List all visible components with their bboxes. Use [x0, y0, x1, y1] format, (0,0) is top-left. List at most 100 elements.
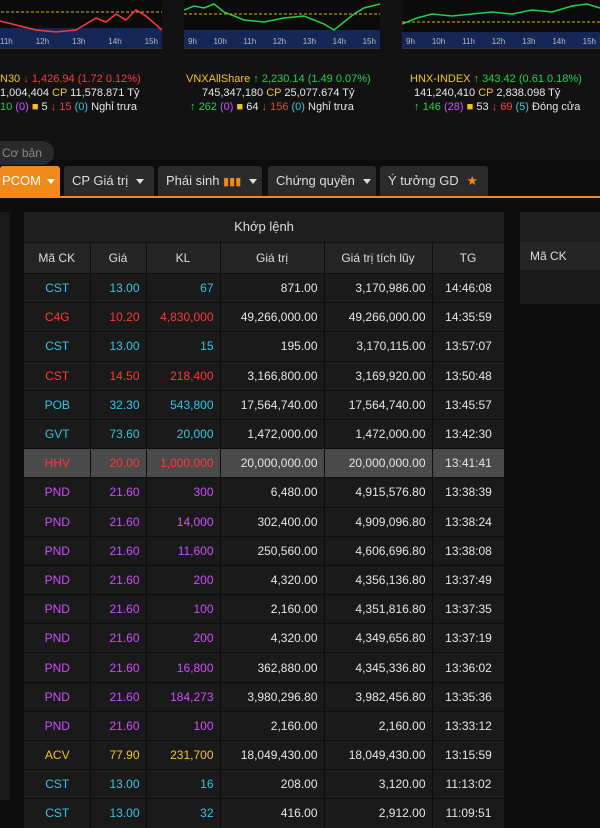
stock-code[interactable]: CST [24, 272, 91, 303]
stock-code[interactable]: C4G [24, 302, 91, 332]
square-icon: ■ [31, 101, 39, 113]
ref-count: 5 [41, 101, 48, 113]
qty-cell: 100 [146, 710, 221, 741]
qty-cell: 67 [146, 272, 221, 303]
table-row[interactable]: PND 21.60 11,600 250,560.00 4,606,696.80 13:3… [24, 535, 505, 566]
column-header-qty[interactable]: KL [146, 243, 221, 274]
price-cell: 32.30 [90, 389, 147, 420]
cum-value-cell: 1,472,000.00 [324, 418, 433, 449]
table-row[interactable]: CST 14.50 218,400 3,166,800.00 3,169,920.00 1… [24, 360, 505, 391]
table-row[interactable]: PND 21.60 100 2,160.00 4,351,816.80 13:37:35 [24, 594, 505, 624]
tab-y-tuong-gd[interactable]: Ý tưởng GD ★ [380, 166, 488, 196]
time-cell: 13:50:48 [432, 360, 505, 391]
table-row[interactable]: POB 32.30 543,800 17,564,740.00 17,564,740.0… [24, 389, 505, 420]
cp-label: CP [266, 87, 282, 99]
table-row[interactable]: CST 13.00 32 416.00 2,912.00 11:09:51 [24, 798, 505, 828]
advance-count: 146 [422, 101, 441, 113]
stock-code[interactable]: CST [24, 798, 91, 828]
price-cell: 13.00 [90, 798, 147, 828]
tab-chung-quyen[interactable]: Chứng quyền [268, 166, 376, 196]
table-row[interactable]: HHV 20.00 1,000,000 20,000,000.00 20,000,000… [24, 448, 505, 478]
qty-cell: 32 [146, 798, 221, 828]
time-cell: 13:38:08 [432, 535, 505, 566]
table-row[interactable]: ACV 77.90 231,700 18,049,430.00 18,049,430.0… [24, 739, 505, 770]
column-header-time[interactable]: TG [432, 243, 505, 274]
stock-code[interactable]: PND [24, 535, 91, 566]
right-panel: Mã CK [520, 212, 600, 304]
table-row[interactable]: CST 13.00 16 208.00 3,120.00 11:13:02 [24, 769, 505, 799]
axis-tick: 15h [362, 37, 376, 46]
table-row[interactable]: PND 21.60 200 4,320.00 4,349,656.80 13:37:19 [24, 623, 505, 653]
stock-code[interactable]: CST [24, 360, 91, 391]
stock-code[interactable]: CST [24, 331, 91, 362]
index-chart-hnx[interactable]: 9h 10h 11h 12h 13h 14h 15h [402, 0, 600, 49]
stock-code[interactable]: POB [24, 389, 91, 420]
stock-code[interactable]: PND [24, 681, 91, 712]
cum-value-cell: 3,170,115.00 [324, 331, 433, 362]
time-cell: 13:37:49 [432, 564, 505, 595]
table-row[interactable]: PND 21.60 200 4,320.00 4,356,136.80 13:37:49 [24, 564, 505, 595]
index-change: (0.61 0.18%) [518, 73, 582, 85]
left-panel-edge [0, 212, 10, 800]
axis-tick: 9h [406, 37, 415, 46]
stock-code[interactable]: HHV [24, 448, 91, 478]
stock-code[interactable]: ACV [24, 739, 91, 770]
table-row[interactable]: PND 21.60 16,800 362,880.00 4,345,336.80 13:3… [24, 652, 505, 683]
stock-code[interactable]: PND [24, 564, 91, 595]
ceiling-count: (0) [15, 101, 29, 113]
price-cell: 13.00 [90, 272, 147, 303]
table-row[interactable]: CST 13.00 15 195.00 3,170,115.00 13:57:07 [24, 331, 505, 362]
stock-code[interactable]: CST [24, 769, 91, 799]
ref-count: 53 [476, 101, 489, 113]
qty-cell: 20,000 [146, 418, 221, 449]
stock-code[interactable]: GVT [24, 418, 91, 449]
floor-count: (0) [74, 101, 89, 113]
axis-tick: 11h [0, 37, 13, 46]
axis-tick: 11h [243, 37, 257, 46]
price-cell: 21.60 [90, 623, 147, 653]
decline-count: 15 [59, 101, 72, 113]
price-cell: 20.00 [90, 448, 147, 478]
table-row[interactable]: PND 21.60 14,000 302,400.00 4,909,096.80 13:3… [24, 506, 505, 537]
cum-value-cell: 4,909,096.80 [324, 506, 433, 537]
axis-tick: 9h [188, 37, 197, 46]
stock-code[interactable]: PND [24, 652, 91, 683]
arrow-down-icon: ↓ [50, 101, 57, 113]
column-header-price[interactable]: Giá [90, 243, 147, 274]
stock-code[interactable]: PND [24, 506, 91, 537]
basic-toggle-button[interactable]: Cơ bản [0, 141, 54, 165]
right-panel-column-header: Mã CK [520, 242, 600, 270]
cum-value-cell: 49,266,000.00 [324, 302, 433, 332]
tab-cp-gia-tri[interactable]: CP Giá trị [64, 166, 154, 196]
table-row[interactable]: PND 21.60 300 6,480.00 4,915,576.80 13:38:39 [24, 477, 505, 507]
tab-pcom[interactable]: PCOM [0, 166, 60, 196]
match-table-panel: Khớp lệnh Mã CK Giá KL Giá trị Giá trị t… [24, 212, 505, 828]
nav-tabs: PCOM CP Giá trị Phái sinh ▮▮▮ Chứng quyề… [0, 166, 600, 196]
column-header-value[interactable]: Giá trị [220, 243, 325, 274]
axis-tick: 14h [552, 37, 566, 46]
table-row[interactable]: GVT 73.60 20,000 1,472,000.00 1,472,000.00 13… [24, 418, 505, 449]
stock-code[interactable]: PND [24, 623, 91, 653]
stock-code[interactable]: PND [24, 594, 91, 624]
tab-phai-sinh[interactable]: Phái sinh ▮▮▮ [158, 166, 262, 196]
axis-tick: 12h [272, 37, 287, 46]
index-value: 343.42 [482, 73, 516, 85]
time-cell: 13:41:41 [432, 448, 505, 478]
table-row[interactable]: PND 21.60 184,273 3,980,296.80 3,982,456.80 1… [24, 681, 505, 712]
stock-code[interactable]: PND [24, 710, 91, 741]
qty-cell: 4,830,000 [146, 302, 221, 332]
arrow-up-icon: ↑ [190, 101, 196, 113]
axis-tick: 15h [144, 37, 158, 46]
table-row[interactable]: C4G 10.20 4,830,000 49,266,000.00 49,266,000… [24, 302, 505, 332]
cum-value-cell: 17,564,740.00 [324, 389, 433, 420]
index-chart-vnxallshare[interactable]: 9h 10h 11h 12h 13h 14h 15h [184, 0, 380, 49]
price-cell: 21.60 [90, 652, 147, 683]
time-cell: 13:35:36 [432, 681, 505, 712]
stock-code[interactable]: PND [24, 477, 91, 507]
table-row[interactable]: CST 13.00 67 871.00 3,170,986.00 14:46:08 [24, 272, 505, 303]
value-cell: 3,980,296.80 [220, 681, 325, 712]
table-row[interactable]: PND 21.60 100 2,160.00 2,160.00 13:33:12 [24, 710, 505, 741]
column-header-code[interactable]: Mã CK [24, 243, 91, 274]
column-header-cum-value[interactable]: Giá trị tích lũy [324, 243, 433, 274]
index-chart-n30[interactable]: 11h 12h 13h 14h 15h [0, 0, 162, 49]
